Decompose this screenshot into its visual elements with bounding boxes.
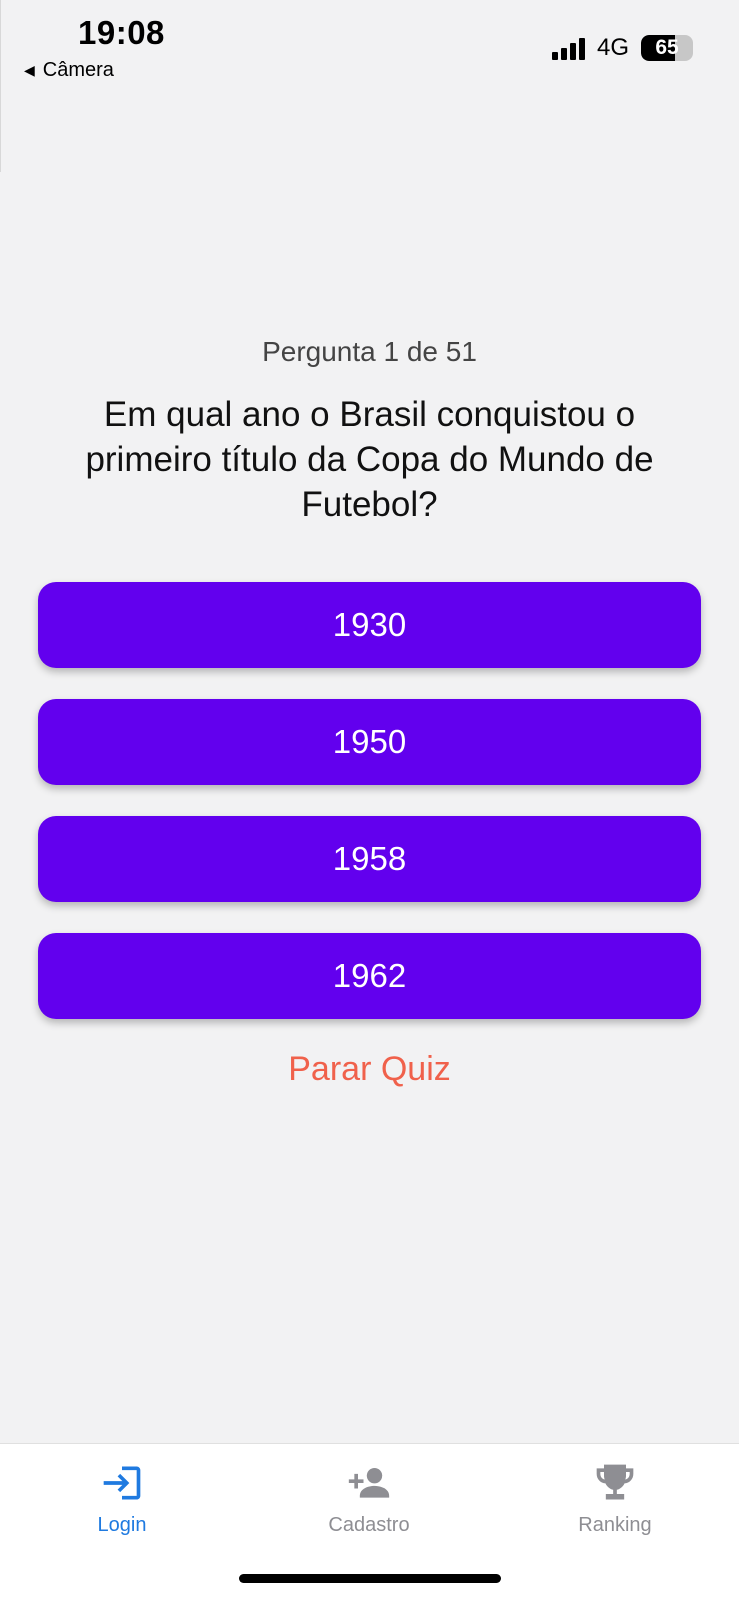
answer-button[interactable]: 1958 [38,816,701,902]
tab-label: Cadastro [328,1514,410,1536]
trophy-icon [593,1458,637,1508]
tab-cadastro[interactable]: Cadastro [294,1458,444,1537]
tab-ranking[interactable]: Ranking [540,1458,690,1537]
battery-percent: 65 [655,36,679,59]
quiz-screen: 19:08 ◀ Câmera 4G 65 Pergunta 1 de 51 Em… [0,0,739,1600]
tab-label: Ranking [578,1514,652,1536]
tab-label: Login [97,1514,147,1536]
question-text: Em qual ano o Brasil conquistou o primei… [85,395,654,524]
tab-login[interactable]: Login [47,1458,197,1537]
network-type: 4G [596,34,629,61]
add-person-icon [345,1458,393,1508]
cellular-signal-icon [551,36,585,60]
back-to-camera-link[interactable]: ◀ Câmera [24,59,114,82]
answer-list: 1930 1950 1958 1962 [38,582,701,1050]
answer-button[interactable]: 1930 [38,582,701,668]
home-indicator [239,1574,501,1583]
battery-icon: 65 [641,35,693,61]
question-counter: Pergunta 1 de 51 [262,336,477,367]
status-indicators: 4G 65 [551,34,693,62]
answer-button[interactable]: 1962 [38,933,701,1019]
status-time: 19:08 [78,14,165,51]
login-icon [100,1458,144,1508]
back-label: Câmera [42,59,114,81]
back-triangle-icon: ◀ [24,62,35,78]
stop-quiz-button[interactable]: Parar Quiz [0,1050,739,1089]
answer-button[interactable]: 1950 [38,699,701,785]
edge-divider [0,0,1,172]
